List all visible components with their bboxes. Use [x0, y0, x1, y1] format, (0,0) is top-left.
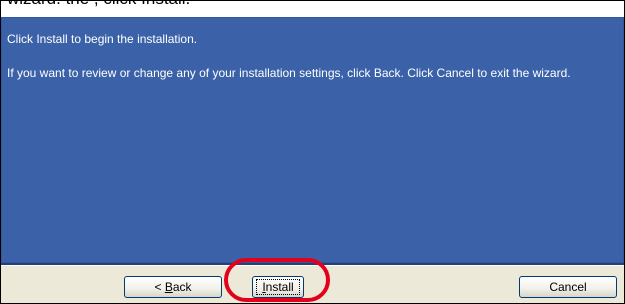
instruction-text: Click Install to begin the installation.	[7, 32, 198, 46]
header-text: wizard. the , click Install.	[7, 1, 190, 9]
back-button-accel: B	[164, 280, 173, 294]
button-bar: < Back Install Cancel	[1, 265, 624, 303]
wizard-window: wizard. the , click Install. Click Insta…	[0, 0, 625, 304]
content-panel: Click Install to begin the installation.…	[1, 17, 624, 265]
back-button-prefix: <	[154, 280, 165, 294]
cancel-button[interactable]: Cancel	[519, 276, 617, 298]
install-button-rest: nstall	[265, 280, 294, 294]
back-button[interactable]: < Back	[124, 276, 222, 298]
header-area: wizard. the , click Install.	[1, 1, 624, 17]
back-button-rest: ack	[172, 280, 192, 294]
settings-hint-text: If you want to review or change any of y…	[7, 66, 571, 80]
install-button[interactable]: Install	[252, 276, 304, 298]
